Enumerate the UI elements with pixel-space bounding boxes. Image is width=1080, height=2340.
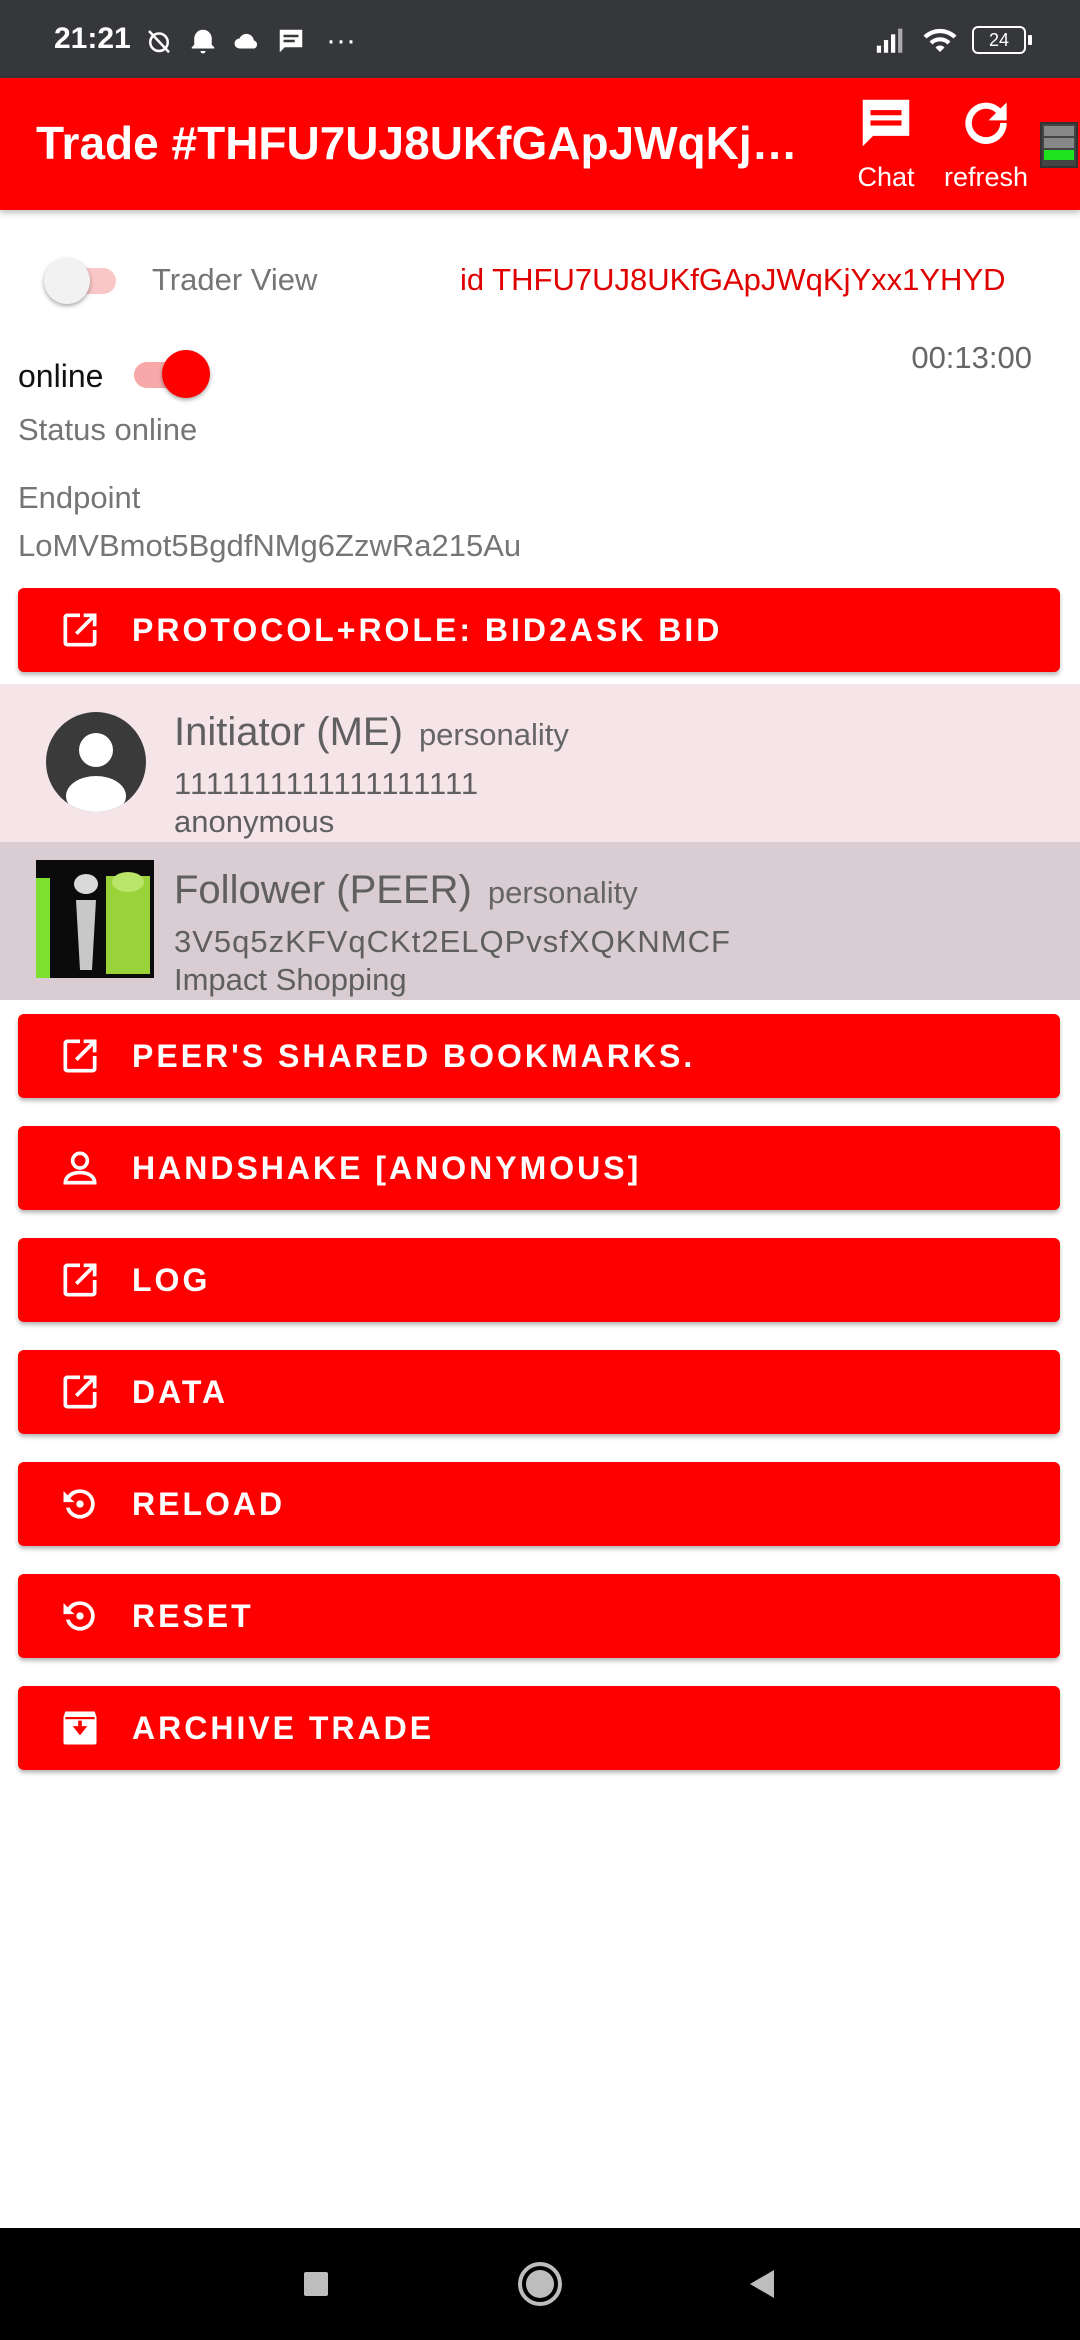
open-external-icon: [63, 1039, 97, 1073]
recents-icon[interactable]: [288, 2256, 344, 2312]
participant-me-sub: anonymous: [174, 804, 335, 839]
reset-label: RESET: [132, 1598, 254, 1634]
status-time: 21:21: [54, 22, 131, 55]
person-icon: [63, 1151, 97, 1185]
status-bar: 21:21 ··· 24: [0, 0, 1080, 78]
trader-view-label: Trader View: [152, 262, 318, 297]
home-icon[interactable]: [512, 2256, 568, 2312]
online-switch[interactable]: [134, 350, 214, 398]
connection-indicator: [1040, 122, 1078, 168]
peer-bookmarks-label: PEER'S SHARED BOOKMARKS.: [132, 1038, 696, 1074]
participant-peer-sub: Impact Shopping: [174, 962, 407, 997]
participant-me-name: Initiator (ME) personality: [174, 710, 569, 754]
back-icon[interactable]: [734, 2256, 790, 2312]
protocol-role-label: PROTOCOL+ROLE: BID2ASK BID: [132, 612, 723, 648]
reload-button[interactable]: RELOAD: [18, 1462, 1060, 1546]
peer-avatar: [36, 860, 154, 978]
open-external-icon: [63, 613, 97, 647]
participant-peer-name: Follower (PEER) personality: [174, 868, 638, 912]
data-button[interactable]: DATA: [18, 1350, 1060, 1434]
handshake-label: HANDSHAKE [ANONYMOUS]: [132, 1150, 642, 1186]
refresh-button[interactable]: refresh: [926, 92, 1046, 193]
cloud-icon: [234, 33, 257, 49]
participant-me[interactable]: Initiator (ME) personality 11111111111111…: [0, 684, 1080, 842]
status-text: Status online: [18, 412, 198, 447]
alarm-icon: [191, 29, 215, 54]
handshake-button[interactable]: HANDSHAKE [ANONYMOUS]: [18, 1126, 1060, 1210]
endpoint-label: Endpoint: [18, 480, 141, 515]
timer: 00:13:00: [911, 340, 1032, 375]
chat-icon: [862, 99, 910, 147]
system-nav-bar: [0, 2228, 1080, 2340]
online-label: online: [18, 358, 104, 394]
participant-peer[interactable]: Follower (PEER) personality 3V5q5zKFVqCKt…: [0, 842, 1080, 1000]
app-bar: Trade #THFU7UJ8UKfGApJWqKjYxx1YHYD Chat …: [0, 78, 1080, 210]
archive-icon: [63, 1711, 97, 1745]
log-label: LOG: [132, 1262, 211, 1298]
restore-icon: [63, 1489, 95, 1519]
restore-icon: [63, 1601, 95, 1631]
peer-bookmarks-button[interactable]: PEER'S SHARED BOOKMARKS.: [18, 1014, 1060, 1098]
reload-label: RELOAD: [132, 1486, 286, 1522]
archive-trade-button[interactable]: ARCHIVE TRADE: [18, 1686, 1060, 1770]
more-notifications: ···: [326, 24, 356, 57]
open-external-icon: [63, 1263, 97, 1297]
participant-me-id: 1111111111111111111: [174, 766, 480, 801]
refresh-label: refresh: [943, 162, 1029, 192]
archive-trade-label: ARCHIVE TRADE: [132, 1710, 435, 1746]
trade-id-text: id THFU7UJ8UKfGApJWqKjYxx1YHYD: [460, 262, 1006, 297]
log-button[interactable]: LOG: [18, 1238, 1060, 1322]
reset-button[interactable]: RESET: [18, 1574, 1060, 1658]
endpoint-value: LoMVBmot5BgdfNMg6ZzwRa215Au: [18, 528, 522, 563]
open-external-icon: [63, 1375, 97, 1409]
trade-title: Trade #THFU7UJ8UKfGApJWqKjYxx1YHYD: [36, 117, 826, 169]
participant-peer-personality: personality: [487, 875, 638, 910]
battery-icon: 24: [972, 26, 1032, 54]
protocol-role-button[interactable]: PROTOCOL+ROLE: BID2ASK BID: [18, 588, 1060, 672]
status-right: 24: [874, 22, 1032, 58]
status-icons: ···: [144, 24, 356, 58]
participant-peer-id: 3V5q5zKFVqCKt2ELQPvsfXQKNMCF: [174, 924, 731, 959]
account-circle-icon: [46, 712, 146, 812]
participant-me-personality: personality: [418, 717, 569, 752]
signal-icon: [876, 28, 903, 53]
wifi-icon: [923, 28, 957, 52]
alarm-off-icon: [148, 30, 170, 54]
trader-view-switch[interactable]: [44, 258, 120, 304]
message-icon: [279, 29, 303, 53]
refresh-icon: [965, 102, 1007, 144]
data-label: DATA: [132, 1374, 229, 1410]
